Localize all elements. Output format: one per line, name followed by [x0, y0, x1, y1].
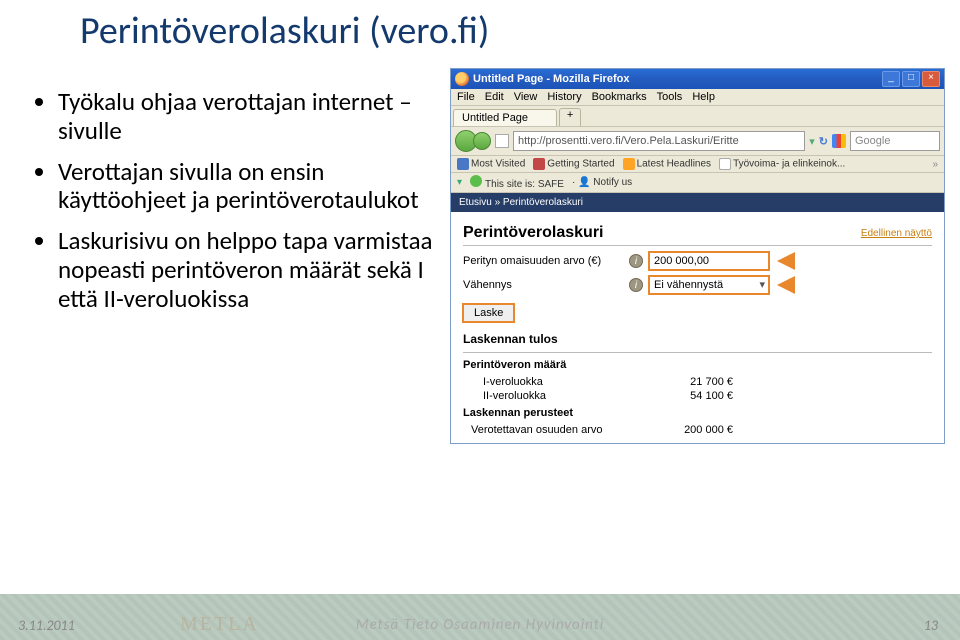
new-tab-button[interactable]: + — [559, 108, 581, 126]
menu-history[interactable]: History — [547, 91, 581, 103]
window-title: Untitled Page - Mozilla Firefox — [473, 73, 882, 85]
tax-amount-heading: Perintöveron määrä — [463, 359, 932, 371]
close-button[interactable]: × — [922, 71, 940, 87]
bookmark-gettingstarted[interactable]: Getting Started — [533, 158, 614, 170]
menu-edit[interactable]: Edit — [485, 91, 504, 103]
search-input[interactable]: Google — [850, 131, 940, 151]
menu-tools[interactable]: Tools — [657, 91, 683, 103]
basis-value: 200 000 € — [653, 424, 733, 436]
safe-bar: ▾ This site is: SAFE · 👤 Notify us — [451, 173, 944, 193]
menu-file[interactable]: File — [457, 91, 475, 103]
safe-dot-icon — [470, 175, 482, 187]
deduction-label: Vähennys — [463, 279, 623, 291]
bookmark-mostvisited[interactable]: Most Visited — [457, 158, 525, 170]
divider — [463, 245, 932, 246]
reload-icon[interactable]: ↻ — [819, 135, 828, 148]
bullet-item: Laskurisivu on helppo tapa varmistaa nop… — [58, 227, 450, 313]
web-page-content: Etusivu » Perintöverolaskuri Perintövero… — [451, 193, 944, 443]
tab-bar: Untitled Page + — [451, 106, 944, 127]
row-deduction: Vähennys i Ei vähennystä — [463, 276, 932, 294]
divider — [463, 352, 932, 353]
maximize-button[interactable]: □ — [902, 71, 920, 87]
minimize-button[interactable]: _ — [882, 71, 900, 87]
results-heading: Laskennan tulos — [463, 332, 932, 346]
bullet-list: Työkalu ohjaa verottajan internet –sivul… — [30, 68, 450, 444]
row-asset-value: Perityn omaisuuden arvo (€) i 200 000,00 — [463, 252, 932, 270]
google-favicon — [832, 134, 846, 148]
class2-value: 54 100 € — [653, 390, 733, 402]
bookmark-headlines[interactable]: Latest Headlines — [623, 158, 712, 170]
highlight-arrow-icon — [777, 252, 795, 270]
bookmarks-overflow[interactable]: » — [932, 159, 938, 170]
result-row-class2: II-veroluokka 54 100 € — [463, 389, 932, 403]
feed-icon — [623, 158, 635, 170]
page-icon — [495, 134, 509, 148]
bookmark-icon — [533, 158, 545, 170]
menu-bookmarks[interactable]: Bookmarks — [592, 91, 647, 103]
asset-value-input[interactable]: 200 000,00 — [649, 252, 769, 270]
folder-icon — [457, 158, 469, 170]
info-icon[interactable]: i — [629, 254, 643, 268]
basis-heading: Laskennan perusteet — [463, 407, 932, 419]
firefox-icon — [455, 72, 469, 86]
class1-value: 21 700 € — [653, 376, 733, 388]
menu-view[interactable]: View — [514, 91, 538, 103]
highlight-arrow-icon — [777, 276, 795, 294]
result-row-class1: I-veroluokka 21 700 € — [463, 375, 932, 389]
bullet-item: Työkalu ohjaa verottajan internet –sivul… — [58, 88, 450, 146]
bullet-item: Verottajan sivulla on ensin käyttöohjeet… — [58, 158, 450, 216]
deduction-select[interactable]: Ei vähennystä — [649, 276, 769, 294]
breadcrumb: Etusivu » Perintöverolaskuri — [451, 193, 944, 212]
notify-link[interactable]: · 👤 Notify us — [572, 177, 632, 188]
forward-icon[interactable] — [473, 132, 491, 150]
info-icon[interactable]: i — [629, 278, 643, 292]
slide-title: Perintöverolaskuri (vero.fi) — [0, 0, 960, 58]
result-row-basis: Verotettavan osuuden arvo 200 000 € — [463, 423, 932, 437]
firefox-window: Untitled Page - Mozilla Firefox _ □ × Fi… — [450, 68, 945, 444]
page-icon — [719, 158, 731, 170]
page-number: 13 — [924, 617, 938, 634]
asset-value-label: Perityn omaisuuden arvo (€) — [463, 255, 623, 267]
footer-words: Metsä Tieto Osaaminen Hyvinvointi — [0, 616, 960, 634]
class1-label: I-veroluokka — [463, 376, 653, 388]
menu-help[interactable]: Help — [692, 91, 715, 103]
content-area: Työkalu ohjaa verottajan internet –sivul… — [0, 58, 960, 444]
url-input[interactable]: http://prosentti.vero.fi/Vero.Pela.Lasku… — [513, 131, 805, 151]
menu-bar: File Edit View History Bookmarks Tools H… — [451, 89, 944, 106]
window-titlebar: Untitled Page - Mozilla Firefox _ □ × — [451, 69, 944, 89]
dropdown-icon[interactable]: ▾ — [809, 135, 815, 148]
bookmark-tyovoima[interactable]: Työvoima- ja elinkeinok... — [719, 158, 845, 170]
basis-label: Verotettavan osuuden arvo — [463, 424, 653, 436]
site-safe-indicator: This site is: SAFE — [470, 175, 564, 190]
nav-back-forward[interactable] — [455, 130, 491, 152]
nav-bar: http://prosentti.vero.fi/Vero.Pela.Lasku… — [451, 127, 944, 156]
browser-tab[interactable]: Untitled Page — [453, 109, 557, 126]
wot-dropdown[interactable]: ▾ — [457, 177, 462, 188]
bookmarks-toolbar: Most Visited Getting Started Latest Head… — [451, 156, 944, 173]
laske-button[interactable]: Laske — [463, 304, 514, 322]
class2-label: II-veroluokka — [463, 390, 653, 402]
